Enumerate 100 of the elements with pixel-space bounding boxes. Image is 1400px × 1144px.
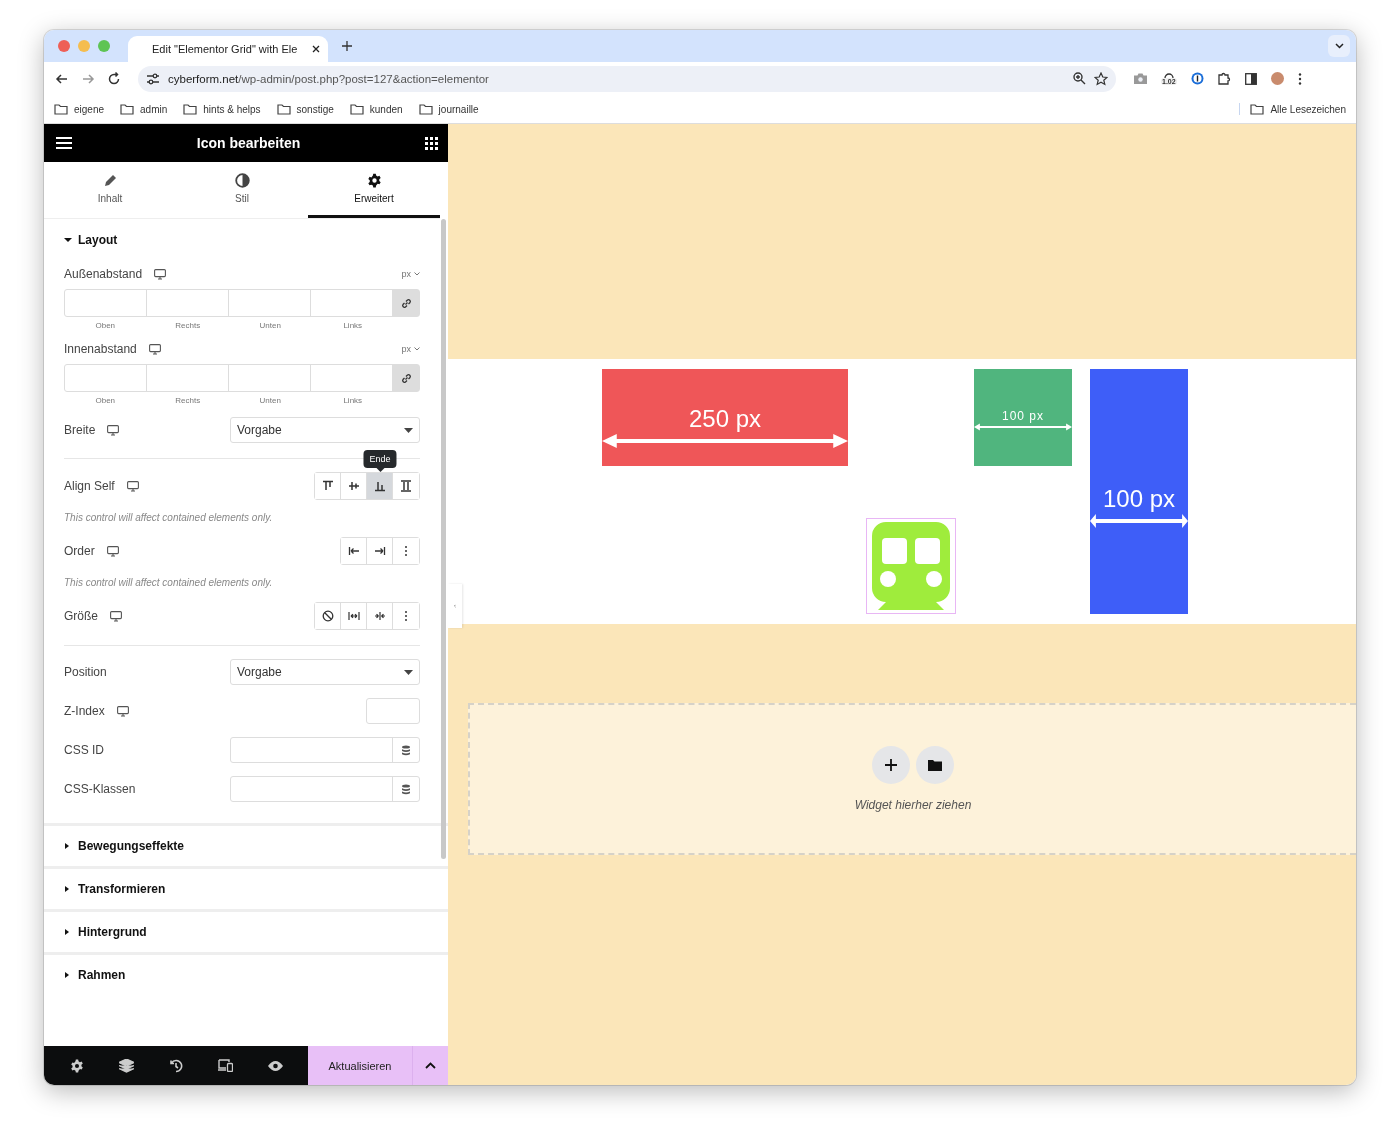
folder-icon <box>120 103 135 115</box>
prohibited-icon <box>321 610 334 622</box>
template-button[interactable] <box>916 746 954 784</box>
choice-button[interactable] <box>315 473 341 499</box>
close-icon[interactable] <box>312 45 320 53</box>
site-settings-icon[interactable] <box>146 72 160 85</box>
profile-avatar[interactable] <box>1270 72 1284 85</box>
puzzle-icon[interactable] <box>1217 72 1231 85</box>
bookmark-folder[interactable]: kunden <box>349 103 403 115</box>
devices-icon[interactable] <box>217 1059 233 1072</box>
help-text: This control will affect contained elements only. <box>64 577 274 588</box>
folder-icon <box>418 103 433 115</box>
password-manager-icon[interactable] <box>1190 72 1204 85</box>
monitor-icon[interactable] <box>107 424 120 436</box>
field-label: CSS-Klassen <box>64 782 136 796</box>
unit-selector[interactable]: px <box>401 269 420 279</box>
layers-icon[interactable] <box>118 1058 134 1073</box>
text-field[interactable] <box>230 737 420 763</box>
link-values-button[interactable] <box>393 365 419 391</box>
browser-tab[interactable]: Edit "Elementor Grid" with Ele <box>128 36 328 62</box>
field-label: CSS ID <box>64 743 104 757</box>
chevron-down-icon <box>414 272 420 276</box>
panel-tab[interactable]: Stil <box>176 162 308 218</box>
dropdown-icon <box>404 669 413 675</box>
caret-icon <box>64 236 72 244</box>
help-text: This control will affect contained elements only. <box>64 512 274 523</box>
all-bookmarks[interactable]: Alle Lesezeichen <box>1239 103 1346 115</box>
link-icon <box>400 297 412 309</box>
choice-button[interactable] <box>341 538 367 564</box>
side-label: Rechts <box>174 321 202 330</box>
reload-icon[interactable] <box>106 70 122 87</box>
zoom-in-icon[interactable] <box>1073 72 1086 85</box>
monitor-icon[interactable] <box>154 268 167 280</box>
folder-icon <box>1250 103 1265 115</box>
unit-selector[interactable]: px <box>401 344 420 354</box>
graphic-label: 100 px <box>1102 484 1176 513</box>
folder-icon <box>928 759 942 771</box>
folder-icon <box>349 103 364 115</box>
choice-button[interactable] <box>367 473 393 499</box>
section-header[interactable]: Layout <box>64 233 420 247</box>
side-label: Links <box>342 396 364 405</box>
monitor-icon[interactable] <box>148 343 161 355</box>
arrow-to-start-icon <box>347 545 360 557</box>
monitor-icon[interactable] <box>116 705 129 717</box>
align-middle-icon <box>347 480 360 492</box>
expand-width-icon <box>347 610 360 622</box>
folder-icon <box>54 103 68 115</box>
new-tab-icon[interactable] <box>342 41 352 51</box>
align-bottom-icon <box>373 480 386 492</box>
settings-icon[interactable] <box>69 1058 84 1073</box>
panel-tab[interactable]: Erweitert <box>308 162 440 218</box>
bookmark-folder[interactable]: admin <box>120 103 168 115</box>
menu-icon[interactable] <box>56 137 72 149</box>
tab-search-button[interactable] <box>1328 35 1350 57</box>
field-label: Innenabstand <box>64 342 137 356</box>
field-label: Größe <box>64 609 98 623</box>
link-icon <box>400 372 412 384</box>
star-icon[interactable] <box>1094 71 1108 86</box>
field-label: Position <box>64 665 107 679</box>
update-button[interactable]: Aktualisieren <box>308 1046 412 1085</box>
side-label: Unten <box>258 321 282 330</box>
grid-icon[interactable] <box>425 136 438 150</box>
history-icon[interactable] <box>168 1058 183 1073</box>
pencil-icon <box>103 173 117 188</box>
side-label: Oben <box>94 321 117 330</box>
panel-title: Icon bearbeiten <box>195 135 302 151</box>
text-field[interactable] <box>230 776 420 802</box>
monitor-icon[interactable] <box>106 545 119 557</box>
url-text: cyberform.net/wp-admin/post.php?post=127&action=elementor <box>168 72 490 85</box>
field-label: Align Self <box>64 479 115 493</box>
side-label: Links <box>342 321 364 330</box>
bookmark-folder[interactable]: eigene <box>54 103 105 115</box>
monitor-icon[interactable] <box>126 480 139 492</box>
collapse-panel-handle[interactable] <box>448 584 462 628</box>
bookmark-folder[interactable]: hints & helps <box>183 103 261 115</box>
arrow-to-end-icon <box>373 545 386 557</box>
side-label: Oben <box>94 396 117 405</box>
menu-icon[interactable] <box>1297 72 1302 85</box>
choice-button[interactable] <box>315 603 341 629</box>
address-bar[interactable]: cyberform.net/wp-admin/post.php?post=127&action=elementor <box>138 65 1116 92</box>
align-top-icon <box>321 480 334 492</box>
eye-icon[interactable] <box>267 1060 283 1071</box>
plus-icon <box>885 759 897 771</box>
monitor-icon[interactable] <box>110 610 122 622</box>
panel-tab[interactable]: Inhalt <box>44 162 176 218</box>
more-icon <box>404 610 408 622</box>
dropdown-icon <box>404 427 413 433</box>
camera-icon[interactable] <box>1134 73 1147 84</box>
link-values-button[interactable] <box>393 290 419 316</box>
folder-icon <box>276 103 291 115</box>
bookmark-folder[interactable]: journaille <box>418 103 479 115</box>
select-field[interactable]: Vorgabe <box>230 417 420 443</box>
side-panel-icon[interactable] <box>1244 72 1257 85</box>
scrollbar[interactable] <box>441 219 446 859</box>
close-window-button[interactable] <box>58 40 70 52</box>
number-field[interactable] <box>366 698 420 724</box>
database-icon <box>401 783 411 795</box>
select-field[interactable]: Vorgabe <box>230 659 420 685</box>
add-button[interactable] <box>872 746 910 784</box>
bookmark-folder[interactable]: sonstige <box>276 103 334 115</box>
